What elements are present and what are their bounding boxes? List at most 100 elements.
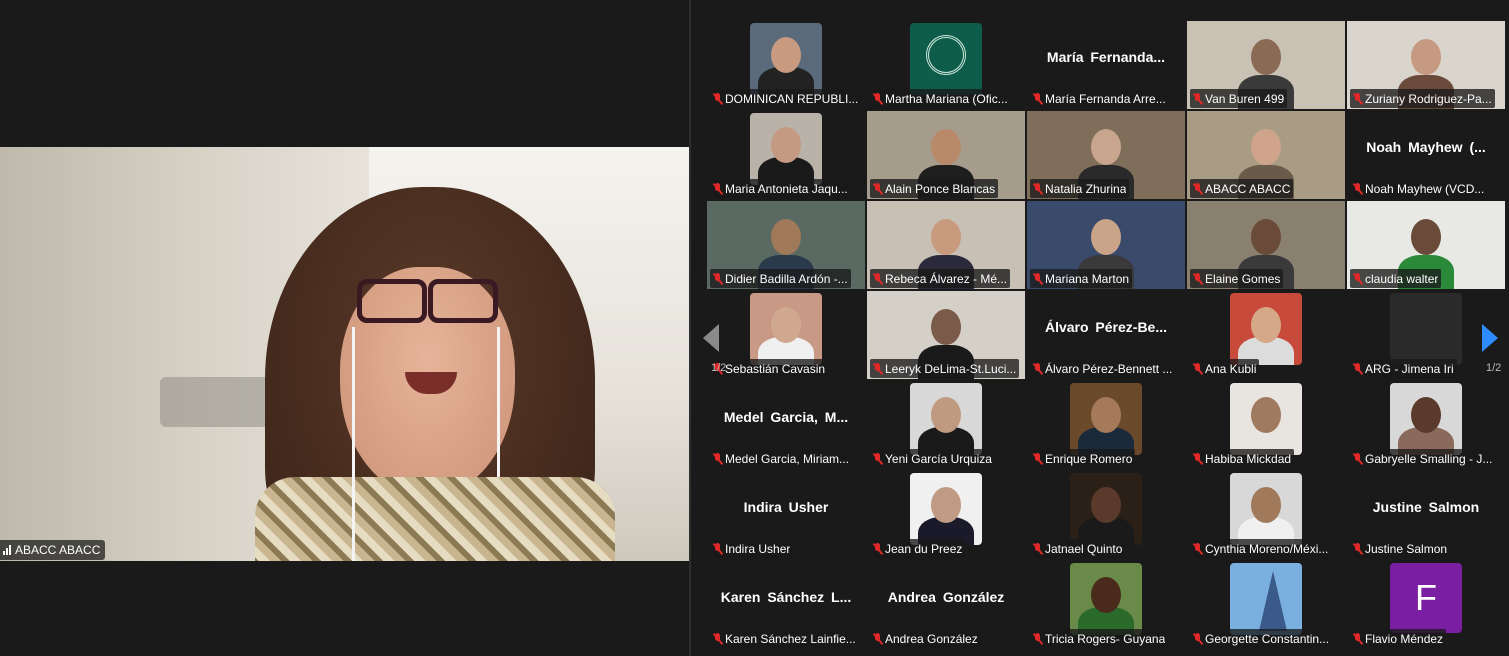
participant-tile[interactable]: Martha Mariana (Ofic... [867, 21, 1025, 109]
participant-tile[interactable]: Van Buren 499 [1187, 21, 1345, 109]
earphone-cable-left [352, 327, 355, 561]
participant-tile[interactable]: Ana Kubli [1187, 291, 1345, 379]
participant-display-name: Medel Garcia, M... [723, 409, 849, 425]
participant-tile[interactable]: Gabryelle Smalling - J... [1347, 381, 1505, 469]
participant-nameplate: Ana Kubli [1190, 359, 1260, 378]
chevron-left-icon [703, 324, 719, 352]
participant-name: Alain Ponce Blancas [885, 181, 996, 196]
mic-muted-icon [1353, 182, 1362, 195]
participant-display-name: Noah Mayhew (... [1366, 139, 1486, 155]
participant-name: Justine Salmon [1365, 541, 1448, 556]
mic-muted-icon [1193, 362, 1202, 375]
participant-display-name: Álvaro Pérez-Be... [1044, 319, 1168, 335]
mic-muted-icon [1353, 92, 1362, 105]
participant-tile[interactable]: Zuriany Rodriguez-Pa... [1347, 21, 1505, 109]
participant-nameplate: Zuriany Rodriguez-Pa... [1350, 89, 1495, 108]
participant-tile[interactable]: Leeryk DeLima-St.Luci... [867, 291, 1025, 379]
participant-tile[interactable]: Alain Ponce Blancas [867, 111, 1025, 199]
participant-display-name: Andrea González [887, 589, 1005, 605]
participant-tile[interactable]: Karen Sánchez L... Karen Sánchez Lainfie.… [707, 561, 865, 649]
participant-nameplate: Rebeca Álvarez - Mé... [870, 269, 1011, 288]
participant-nameplate: Medel Garcia, Miriam... [710, 449, 853, 468]
participant-tile[interactable]: Yeni García Urquiza [867, 381, 1025, 469]
speaker-name: ABACC ABACC [15, 543, 101, 557]
speaker-torso [255, 477, 615, 561]
participant-tile[interactable]: Elaine Gomes [1187, 201, 1345, 289]
mic-muted-icon [713, 182, 722, 195]
mic-muted-icon [873, 92, 882, 105]
mic-muted-icon [1193, 92, 1202, 105]
glasses-right [428, 279, 498, 323]
participant-nameplate: Natalia Zhurina [1030, 179, 1130, 198]
participant-nameplate: Habiba Mickdad [1190, 449, 1295, 468]
participant-nameplate: Van Buren 499 [1190, 89, 1288, 108]
participant-nameplate: claudia walter [1350, 269, 1442, 288]
participant-tile[interactable]: Jatnael Quinto [1027, 471, 1185, 559]
participant-tile[interactable]: Tricia Rogers- Guyana [1027, 561, 1185, 649]
participant-nameplate: Martha Mariana (Ofic... [870, 89, 1011, 108]
participant-nameplate: Didier Badilla Ardón -... [710, 269, 851, 288]
participant-tile[interactable]: claudia walter [1347, 201, 1505, 289]
mic-muted-icon [1353, 452, 1362, 465]
participant-tile[interactable]: Habiba Mickdad [1187, 381, 1345, 469]
participant-tile[interactable]: Noah Mayhew (... Noah Mayhew (VCD... [1347, 111, 1505, 199]
participant-name: Leeryk DeLima-St.Luci... [885, 361, 1017, 376]
participant-name: Cynthia Moreno/Méxi... [1205, 541, 1329, 556]
participant-tile[interactable]: ABACC ABACC [1187, 111, 1345, 199]
participant-name: Álvaro Pérez-Bennett ... [1045, 361, 1173, 376]
participant-name: Medel Garcia, Miriam... [725, 451, 850, 466]
participant-name: Sebastián Cavasin [725, 361, 826, 376]
participant-tile[interactable]: DOMINICAN REPUBLI... [707, 21, 865, 109]
participant-name: Indira Usher [725, 541, 791, 556]
mic-muted-icon [1033, 632, 1042, 645]
mic-muted-icon [1353, 542, 1362, 555]
participant-tile[interactable]: Medel Garcia, M... Medel Garcia, Miriam..… [707, 381, 865, 469]
participant-tile[interactable]: Álvaro Pérez-Be... Álvaro Pérez-Bennett .… [1027, 291, 1185, 379]
mic-muted-icon [1033, 182, 1042, 195]
participant-name: Habiba Mickdad [1205, 451, 1292, 466]
participant-video [1070, 473, 1142, 545]
participant-name: Jatnael Quinto [1045, 541, 1123, 556]
mic-muted-icon [873, 182, 882, 195]
mic-muted-icon [873, 632, 882, 645]
participant-tile[interactable]: Indira Usher Indira Usher [707, 471, 865, 559]
mic-muted-icon [1193, 632, 1202, 645]
participant-video [1390, 383, 1462, 455]
mic-muted-icon [1353, 272, 1362, 285]
participant-tile[interactable]: Natalia Zhurina [1027, 111, 1185, 199]
participant-name: Noah Mayhew (VCD... [1365, 181, 1485, 196]
speaker-nameplate: ABACC ABACC [0, 540, 106, 560]
participant-nameplate: Leeryk DeLima-St.Luci... [870, 359, 1020, 378]
signal-strength-icon [3, 545, 11, 555]
participant-tile[interactable]: Andrea González Andrea González [867, 561, 1025, 649]
participant-display-name: Indira Usher [743, 499, 829, 515]
participant-tile[interactable]: Georgette Constantin... [1187, 561, 1345, 649]
participant-nameplate: Gabryelle Smalling - J... [1350, 449, 1496, 468]
mic-muted-icon [1193, 182, 1202, 195]
participant-tile[interactable]: Maria Antonieta Jaqu... [707, 111, 865, 199]
participant-tile[interactable]: Jean du Preez [867, 471, 1025, 559]
participant-nameplate: Flavio Méndez [1350, 629, 1447, 648]
participant-name: Karen Sánchez Lainfie... [725, 631, 856, 646]
active-speaker-video[interactable] [0, 147, 689, 561]
participant-nameplate: DOMINICAN REPUBLI... [710, 89, 862, 108]
mic-muted-icon [873, 542, 882, 555]
mic-muted-icon [1193, 542, 1202, 555]
participant-tile[interactable]: F Flavio Méndez [1347, 561, 1505, 649]
participant-tile[interactable]: María Fernanda... María Fernanda Arre... [1027, 21, 1185, 109]
participant-nameplate: Enrique Romero [1030, 449, 1136, 468]
participant-display-name: Karen Sánchez L... [720, 589, 852, 605]
participant-name: Elaine Gomes [1205, 271, 1281, 286]
participant-tile[interactable]: Justine Salmon Justine Salmon [1347, 471, 1505, 559]
participant-tile[interactable]: Mariana Marton [1027, 201, 1185, 289]
mic-muted-icon [1353, 362, 1362, 375]
participant-tile[interactable]: Enrique Romero [1027, 381, 1185, 469]
page-indicator-left: 1/2 [711, 362, 727, 374]
participant-video [910, 23, 982, 95]
participant-tile[interactable]: Didier Badilla Ardón -... [707, 201, 865, 289]
participant-name: Rebeca Álvarez - Mé... [885, 271, 1008, 286]
participant-tile[interactable]: Rebeca Álvarez - Mé... [867, 201, 1025, 289]
participant-tile[interactable]: Cynthia Moreno/Méxi... [1187, 471, 1345, 559]
participant-nameplate: Justine Salmon [1350, 539, 1451, 558]
participant-nameplate: Elaine Gomes [1190, 269, 1284, 288]
